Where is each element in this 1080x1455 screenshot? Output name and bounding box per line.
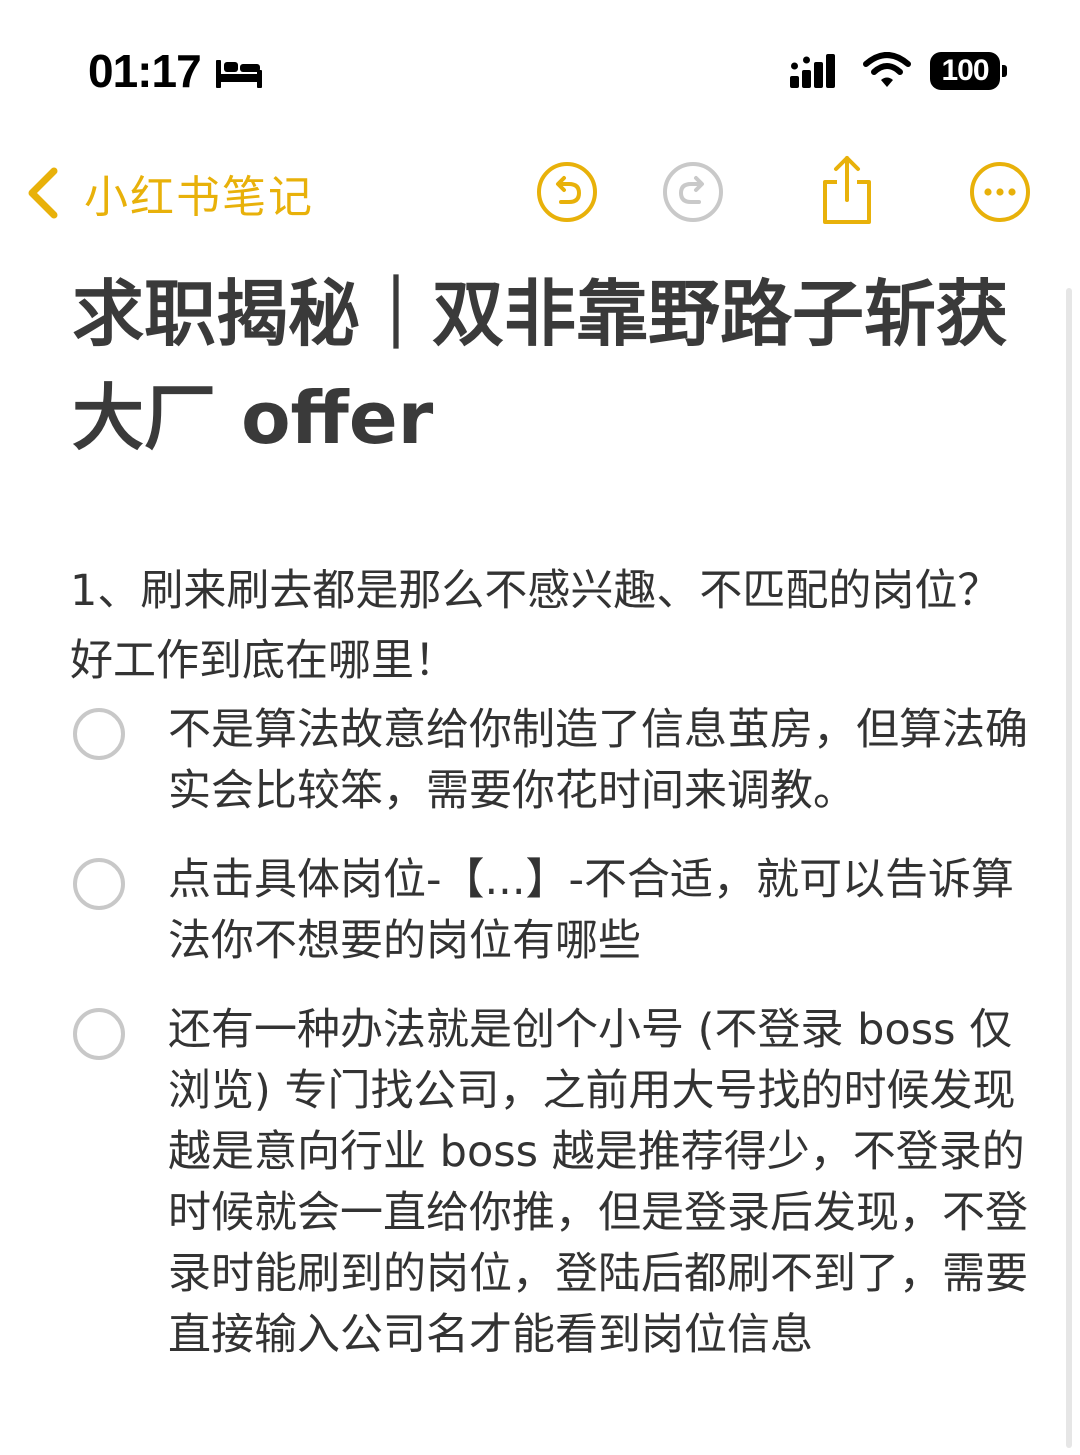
- back-button[interactable]: 小红书笔记: [22, 158, 314, 228]
- signal-icon: [790, 54, 835, 88]
- checklist-item-text[interactable]: 还有一种办法就是创个小号 (不登录 boss 仅浏览) 专门找公司，之前用大号找…: [168, 1000, 1030, 1366]
- checkbox[interactable]: [73, 858, 125, 910]
- share-icon[interactable]: [815, 154, 879, 226]
- checklist-item[interactable]: 不是算法故意给你制造了信息茧房，但算法确实会比较笨，需要你花时间来调教。: [70, 700, 1030, 822]
- checkbox[interactable]: [73, 1008, 125, 1060]
- nav-bar: 小红书笔记: [0, 140, 1080, 250]
- checklist-item[interactable]: 还有一种办法就是创个小号 (不登录 boss 仅浏览) 专门找公司，之前用大号找…: [70, 1000, 1030, 1366]
- battery-tip: [1002, 65, 1007, 77]
- back-chevron-icon: [28, 167, 58, 219]
- note-paragraph[interactable]: 1、刷来刷去都是那么不感兴趣、不匹配的岗位？好工作到底在哪里！: [70, 556, 1030, 696]
- note-title[interactable]: 求职揭秘｜双非靠野路子斩获大厂 offer: [72, 262, 1032, 470]
- status-bar: 01:17 100: [0, 0, 1080, 130]
- bed-icon: [216, 60, 262, 88]
- undo-icon[interactable]: [535, 160, 599, 224]
- back-label: 小红书笔记: [84, 172, 314, 223]
- checklist-item[interactable]: 点击具体岗位-【...】-不合适，就可以告诉算法你不想要的岗位有哪些: [70, 850, 1030, 972]
- battery-icon: 100: [930, 52, 1008, 90]
- wifi-icon: [863, 52, 911, 87]
- checklist-item-text[interactable]: 点击具体岗位-【...】-不合适，就可以告诉算法你不想要的岗位有哪些: [168, 850, 1030, 972]
- status-time: 01:17: [88, 45, 202, 97]
- battery-level: 100: [930, 52, 1000, 90]
- redo-icon[interactable]: [661, 160, 725, 224]
- checkbox[interactable]: [73, 708, 125, 760]
- checklist: 不是算法故意给你制造了信息茧房，但算法确实会比较笨，需要你花时间来调教。 点击具…: [70, 700, 1030, 1394]
- scrollbar[interactable]: [1066, 288, 1072, 1448]
- checklist-item-text[interactable]: 不是算法故意给你制造了信息茧房，但算法确实会比较笨，需要你花时间来调教。: [168, 700, 1030, 822]
- more-icon[interactable]: [968, 160, 1032, 224]
